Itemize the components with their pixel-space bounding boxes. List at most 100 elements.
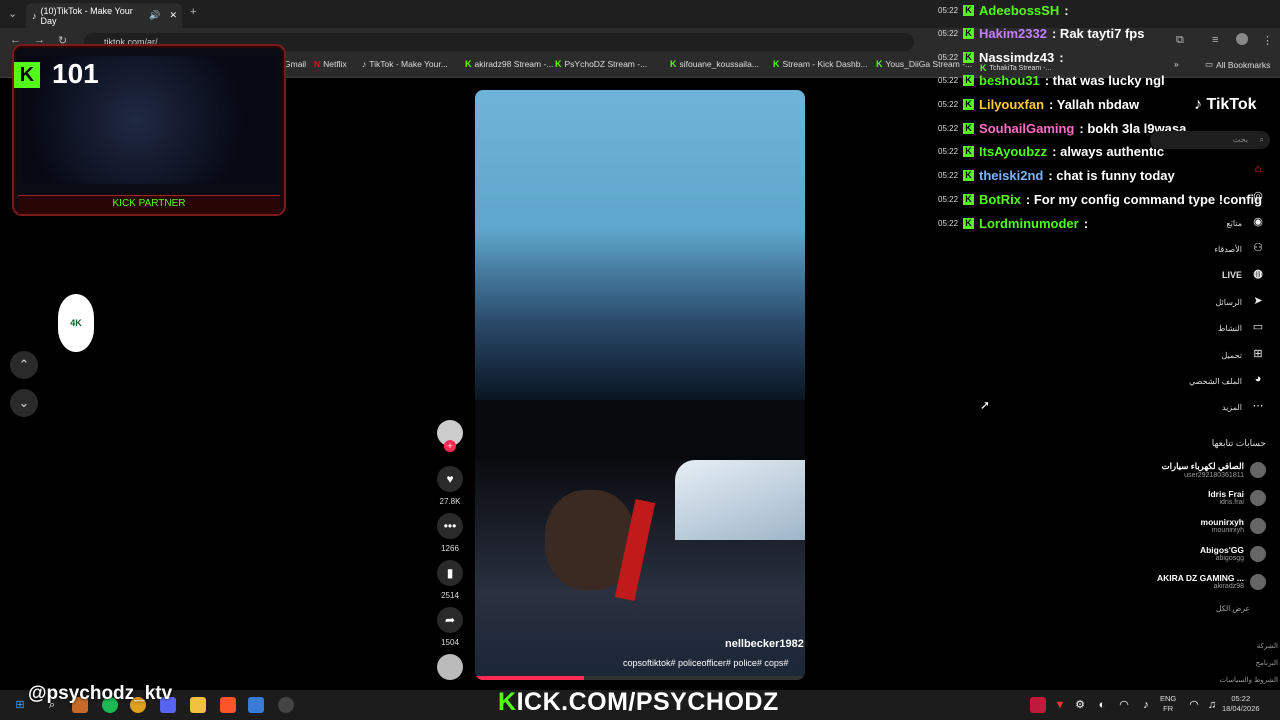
sound-avatar[interactable] xyxy=(437,654,463,680)
wifi-icon[interactable]: ◠ xyxy=(1186,697,1202,713)
following-account[interactable]: Idris Frai idris.frai xyxy=(1208,489,1266,506)
language-indicator[interactable]: ENG FR xyxy=(1160,694,1176,714)
like-button[interactable]: ♥ xyxy=(437,466,463,492)
friends-icon: ⚇ xyxy=(1253,242,1263,254)
browser-tab[interactable]: ♪ (10)TikTok - Make Your Day 🔊 ✕ xyxy=(26,3,182,28)
chevron-up-icon: ⌃ xyxy=(18,357,30,372)
audio-icon[interactable]: 🔊 xyxy=(149,10,160,21)
tray-shield-icon[interactable]: ▼ xyxy=(1052,697,1068,713)
like-count: 27.8K xyxy=(439,497,461,506)
tiktok-logo[interactable]: ♪ TikTok xyxy=(1194,96,1257,114)
footer-company[interactable]: الشركة xyxy=(1257,642,1278,650)
chat-time: 05:22 xyxy=(938,99,959,109)
nav-home[interactable]: ⌂ xyxy=(1242,163,1266,179)
avatar xyxy=(1250,573,1266,590)
account-name: mounirxyh xyxy=(1200,517,1244,527)
comment-button[interactable]: ••• xyxy=(437,513,463,539)
bookmark-sifouane[interactable]: Ksifouane_koussaila... xyxy=(670,59,759,69)
chat-text: : xyxy=(1059,49,1064,65)
nav-explore[interactable]: ◎ xyxy=(1242,189,1266,205)
footer-terms[interactable]: الشروط والسياسات xyxy=(1219,676,1278,684)
extensions-icon[interactable]: ⧉ xyxy=(1176,34,1184,47)
save-button[interactable]: ▮ xyxy=(437,560,463,586)
nav-activity[interactable]: النشاط ▭ xyxy=(1218,320,1266,336)
chat-message: 05:22 K ItsAyoubzz: always authentic xyxy=(938,141,1164,161)
avatar xyxy=(1250,545,1266,562)
app-icon[interactable] xyxy=(248,697,264,713)
clock[interactable]: 05:22 18/04/2026 xyxy=(1222,694,1260,714)
bookmarks-overflow-icon[interactable]: » xyxy=(1174,59,1179,69)
chat-time: 05:22 xyxy=(938,28,959,38)
following-account[interactable]: Abigos'GG abigosgg xyxy=(1200,545,1266,562)
all-bookmarks[interactable]: ▭ All Bookmarks xyxy=(1205,59,1270,70)
follow-plus-icon[interactable]: + xyxy=(444,440,456,452)
tab-close-icon[interactable]: ✕ xyxy=(164,10,182,21)
chat-text: : always authentic xyxy=(1052,143,1165,159)
brave-icon[interactable] xyxy=(220,697,236,713)
nav-live[interactable]: LIVE ◍ xyxy=(1222,267,1266,283)
nav-more[interactable]: المزيد ⋯ xyxy=(1222,399,1266,415)
tab-list-icon[interactable]: ⌄ xyxy=(8,7,17,20)
tray-steam-icon[interactable]: ◐ xyxy=(1094,697,1110,713)
tiktok-favicon-icon: ♪ xyxy=(32,10,37,21)
bookmark-netflix[interactable]: N Netflix xyxy=(314,59,347,69)
bookmark-tiktok[interactable]: ♪ TikTok - Make Your... xyxy=(362,59,448,69)
profile-avatar[interactable] xyxy=(1236,33,1248,45)
kick-icon: K xyxy=(465,59,472,69)
tray-headset-icon[interactable]: ◠ xyxy=(1116,697,1132,713)
search-input[interactable]: بحث ⌕ xyxy=(1150,131,1270,149)
nav-profile[interactable]: الملف الشخصي ◕ xyxy=(1189,373,1266,389)
activity-icon: ▭ xyxy=(1252,321,1264,333)
tray-mic-icon[interactable]: ♪ xyxy=(1138,697,1154,713)
volume-icon[interactable]: ♫ xyxy=(1204,697,1220,713)
tray-app-icon[interactable] xyxy=(1030,697,1046,713)
media-icon[interactable]: ≡ xyxy=(1212,34,1218,46)
account-name: الصافي لكهرباء سيارات xyxy=(1161,461,1244,471)
following-account[interactable]: mounirxyh mounirxyh xyxy=(1201,517,1266,534)
chat-username: ItsAyoubzz xyxy=(979,143,1048,159)
bookmark-akiradz98[interactable]: Kakiradz98 Stream -... xyxy=(465,59,553,69)
comment-count: 1266 xyxy=(441,544,459,553)
obs-icon[interactable] xyxy=(278,697,294,713)
account-handle: akiradz98 xyxy=(1213,583,1244,590)
windows-start-icon[interactable]: ⊞ xyxy=(12,697,28,713)
scroll-down-button[interactable]: ⌄ xyxy=(10,389,38,417)
scroll-up-button[interactable]: ⌃ xyxy=(10,351,38,379)
following-account[interactable]: AKIRA DZ GAMING ... akiradz98 xyxy=(1157,573,1266,590)
chat-message: 05:22 K Hakim2332: Rak tayti7 fps xyxy=(938,23,1144,43)
nav-messages[interactable]: الرسائل ➤ xyxy=(1216,294,1267,310)
video-progress-bar[interactable] xyxy=(475,676,805,680)
viewer-count: 101 xyxy=(52,58,99,89)
bookmark-psychodz[interactable]: K PsYchoDZ Stream -... xyxy=(555,59,647,69)
bookmark-gmail[interactable]: Gmail xyxy=(284,59,306,69)
footer-program[interactable]: البرنامج xyxy=(1256,659,1278,667)
file-explorer-icon[interactable] xyxy=(190,697,206,713)
kick-badge-icon: K xyxy=(963,193,975,205)
tray-gear-icon[interactable]: ⚙ xyxy=(1072,697,1088,713)
bookmark-label: Netflix xyxy=(323,59,347,69)
bookmark-label: sifouane_koussaila... xyxy=(679,59,759,69)
following-account[interactable]: الصافي لكهرباء سيارات user292180361811 xyxy=(1162,461,1266,479)
chat-username: Nassimdz43 xyxy=(979,49,1055,65)
bookmark-label: Stream - Kick Dashb... xyxy=(782,59,868,69)
new-tab-icon[interactable]: + xyxy=(190,6,196,18)
menu-icon[interactable]: ⋮ xyxy=(1262,34,1273,47)
share-button[interactable]: ➦ xyxy=(437,607,463,633)
lang-primary: ENG xyxy=(1160,694,1177,703)
nav-following[interactable]: متابَع ◉ xyxy=(1226,215,1266,231)
kick-badge-icon: K xyxy=(963,169,975,181)
nav-label: تحميل xyxy=(1221,350,1243,360)
chat-text: : chat is funny today xyxy=(1048,167,1175,183)
chat-message: 05:22 K beshou31: that was lucky ngl xyxy=(938,70,1165,90)
bookmark-kick-dashboard[interactable]: K Stream - Kick Dashb... xyxy=(773,59,868,69)
account-handle: mounirxyh xyxy=(1211,527,1244,534)
mouse-cursor-icon: ➚ xyxy=(980,398,991,412)
see-all-link[interactable]: عرض الكل xyxy=(1190,604,1250,613)
kick-badge-icon: K xyxy=(963,27,975,39)
nav-upload[interactable]: تحميل ⊞ xyxy=(1222,347,1267,363)
streamer-handle: @psychodz_ktv xyxy=(28,683,173,704)
chat-message: 05:22 K Lordminumoder: xyxy=(938,213,1088,233)
video-author[interactable]: nellbecker1982 xyxy=(725,638,804,650)
nav-friends[interactable]: الأصدقاء ⚇ xyxy=(1214,241,1266,257)
video-player[interactable]: nellbecker1982 copsoftiktok# policeoffic… xyxy=(475,90,805,680)
